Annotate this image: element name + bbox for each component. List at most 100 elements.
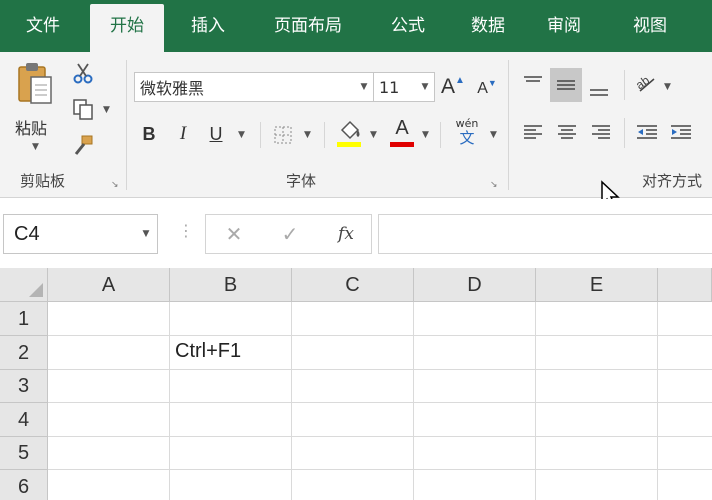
- paste-icon[interactable]: [8, 60, 62, 110]
- column-header-f[interactable]: [658, 268, 712, 302]
- align-right-icon[interactable]: [586, 118, 616, 146]
- clipboard-launcher-icon[interactable]: ↘: [111, 180, 121, 190]
- borders-icon[interactable]: [270, 122, 296, 148]
- gridline: [413, 302, 414, 500]
- font-name-value: 微软雅黑: [140, 79, 205, 98]
- gridline: [535, 302, 536, 500]
- fill-color-icon[interactable]: [335, 118, 363, 148]
- separator: [624, 70, 625, 100]
- gridline: [657, 302, 658, 500]
- paste-dropdown-icon[interactable]: ▼: [32, 142, 39, 152]
- font-size-value: 11: [379, 77, 400, 97]
- tab-data[interactable]: 数据: [452, 0, 524, 52]
- gridline: [48, 469, 712, 470]
- gridline: [48, 369, 712, 370]
- row-header-6[interactable]: 6: [0, 470, 48, 500]
- tab-view[interactable]: 视图: [612, 0, 688, 52]
- group-divider: [508, 60, 509, 190]
- decrease-indent-icon[interactable]: [632, 118, 662, 146]
- column-header-d[interactable]: D: [414, 268, 536, 302]
- underline-button[interactable]: U: [205, 120, 227, 148]
- font-color-glyph: A: [395, 116, 409, 139]
- name-box[interactable]: C4 ▼: [3, 214, 158, 254]
- grow-font-glyph: A: [441, 75, 456, 98]
- column-header-c[interactable]: C: [292, 268, 414, 302]
- font-name-select[interactable]: 微软雅黑 ▼: [134, 72, 374, 102]
- font-color-button[interactable]: A: [388, 116, 416, 148]
- formula-input[interactable]: [378, 214, 712, 254]
- font-size-select[interactable]: 11 ▼: [373, 72, 435, 102]
- middle-align-icon[interactable]: [550, 68, 582, 102]
- bottom-align-icon[interactable]: [584, 74, 614, 102]
- separator: [440, 122, 441, 148]
- increase-indent-icon[interactable]: [666, 118, 696, 146]
- column-header-a[interactable]: A: [48, 268, 170, 302]
- phonetic-guide-button[interactable]: wén 文: [450, 116, 484, 148]
- chevron-down-icon[interactable]: ▼: [135, 229, 157, 239]
- tab-page-layout[interactable]: 页面布局: [252, 0, 364, 52]
- grow-font-button[interactable]: A ▲: [440, 72, 466, 102]
- paste-label[interactable]: 粘贴: [15, 115, 47, 139]
- shrink-font-button[interactable]: A ▼: [474, 74, 500, 104]
- phonetic-top: wén: [455, 116, 479, 130]
- shrink-font-glyph: A: [477, 80, 488, 97]
- insert-function-icon[interactable]: fx: [326, 215, 366, 253]
- gridline: [48, 436, 712, 437]
- gridline: [48, 402, 712, 403]
- font-color-dropdown-icon[interactable]: ▼: [422, 130, 429, 140]
- phonetic-dropdown-icon[interactable]: ▼: [490, 130, 497, 140]
- chevron-down-icon[interactable]: ▼: [416, 82, 434, 92]
- borders-dropdown-icon[interactable]: ▼: [304, 130, 311, 140]
- tab-review[interactable]: 审阅: [532, 0, 596, 52]
- copy-icon[interactable]: [70, 96, 96, 122]
- cut-icon[interactable]: [70, 60, 96, 86]
- orientation-icon[interactable]: ab: [632, 70, 660, 98]
- gridline: [48, 335, 712, 336]
- orientation-dropdown-icon[interactable]: ▼: [664, 82, 671, 92]
- ribbon-home: 粘贴 ▼ ▼ 剪贴板 ↘ 微软雅黑 ▼ 11 ▼ A ▲ A ▼ B I U ▼…: [0, 52, 712, 210]
- enter-icon[interactable]: ✓: [270, 215, 310, 253]
- name-box-value: C4: [14, 222, 40, 245]
- select-all-corner[interactable]: [0, 268, 48, 302]
- separator: [324, 122, 325, 148]
- row-header-3[interactable]: 3: [0, 370, 48, 403]
- formula-bar: C4 ▼ ⋮ ✕ ✓ fx: [0, 199, 712, 268]
- row-header-5[interactable]: 5: [0, 437, 48, 470]
- tab-file[interactable]: 文件: [0, 0, 86, 52]
- format-painter-icon[interactable]: [70, 132, 96, 158]
- cancel-icon[interactable]: ✕: [214, 215, 254, 253]
- top-align-icon[interactable]: [518, 70, 548, 98]
- underline-dropdown-icon[interactable]: ▼: [238, 130, 245, 140]
- italic-button[interactable]: I: [172, 120, 194, 148]
- cell-b2[interactable]: Ctrl+F1: [175, 340, 241, 363]
- font-color-swatch: [390, 141, 414, 147]
- column-header-b[interactable]: B: [170, 268, 292, 302]
- gridline: [169, 302, 170, 500]
- tab-insert[interactable]: 插入: [172, 0, 244, 52]
- row-header-4[interactable]: 4: [0, 403, 48, 437]
- bold-button[interactable]: B: [138, 120, 160, 148]
- column-header-e[interactable]: E: [536, 268, 658, 302]
- alignment-group-label: 对齐方式: [642, 172, 703, 190]
- separator: [624, 118, 625, 148]
- worksheet-grid: A B C D E 1 2 3 4 5 6 Ctrl+F1: [0, 268, 712, 500]
- fill-color-dropdown-icon[interactable]: ▼: [370, 130, 377, 140]
- align-center-icon[interactable]: [552, 118, 582, 146]
- row-header-2[interactable]: 2: [0, 336, 48, 370]
- phonetic-bottom: 文: [459, 128, 475, 147]
- row-header-1[interactable]: 1: [0, 302, 48, 336]
- separator: [260, 122, 261, 148]
- formula-buttons: ✕ ✓ fx: [205, 214, 372, 254]
- tab-home[interactable]: 开始: [90, 4, 164, 52]
- select-all-triangle-icon: [29, 283, 43, 297]
- caret-down-icon: ▼: [487, 78, 497, 88]
- copy-dropdown-icon[interactable]: ▼: [103, 105, 110, 115]
- font-group-label: 字体: [286, 172, 317, 190]
- ribbon-tab-bar: 文件 开始 插入 页面布局 公式 数据 审阅 视图: [0, 0, 712, 52]
- align-left-icon[interactable]: [518, 118, 548, 146]
- chevron-down-icon[interactable]: ▼: [355, 82, 373, 92]
- clipboard-group-label: 剪贴板: [20, 172, 66, 190]
- more-dots-icon[interactable]: ⋮: [178, 221, 194, 240]
- font-launcher-icon[interactable]: ↘: [490, 180, 500, 190]
- tab-formulas[interactable]: 公式: [372, 0, 444, 52]
